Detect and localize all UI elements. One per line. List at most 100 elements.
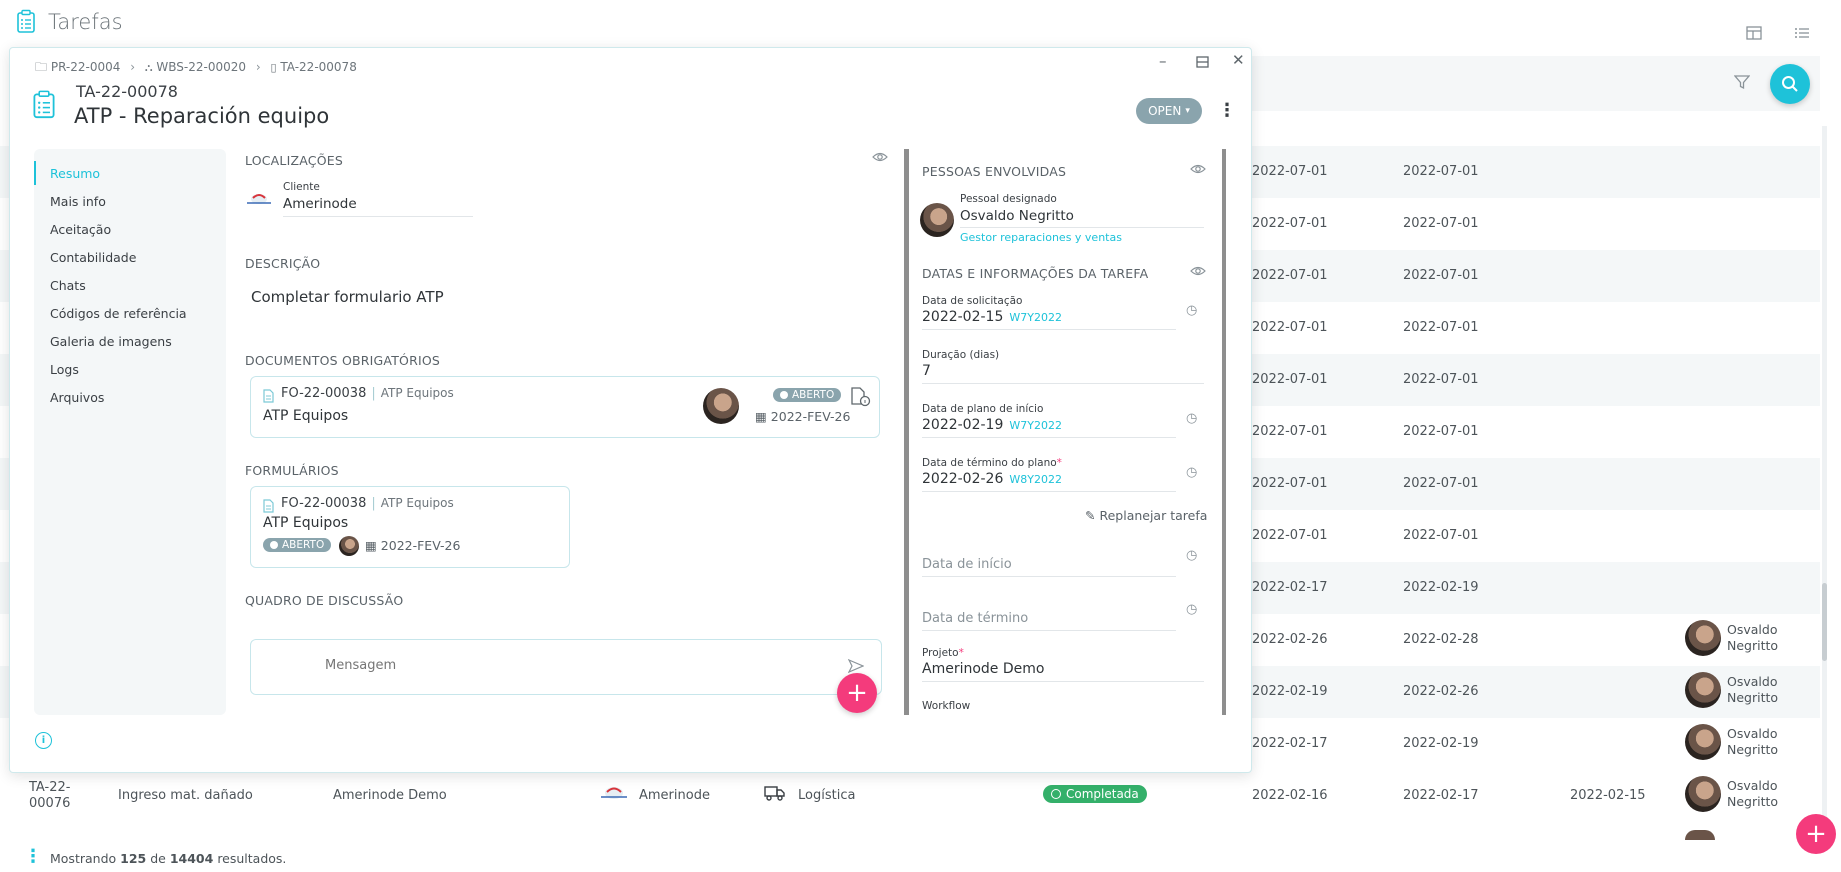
form-code: FO-22-00038 xyxy=(281,496,367,511)
required-document-card[interactable]: FO-22-00038 | ATP Equipos ATP Equipos ABER… xyxy=(250,376,880,438)
request-date-field[interactable]: 2022-02-15 W7Y2022 xyxy=(922,309,1062,325)
start-date-field[interactable]: Data de início xyxy=(922,557,1012,572)
row-end: 2022-07-01 xyxy=(1403,424,1479,439)
replan-task-link[interactable]: ✎ Replanejar tarefa xyxy=(1085,508,1207,523)
row-id: TA-22- xyxy=(29,780,71,795)
list-view-icon[interactable] xyxy=(1794,26,1810,44)
project-field[interactable]: Amerinode Demo xyxy=(922,661,1044,677)
info-icon[interactable]: i xyxy=(35,732,52,749)
more-vertical-icon[interactable]: ⋮ xyxy=(24,846,42,867)
avatar xyxy=(703,388,739,424)
field-underline xyxy=(922,383,1204,384)
row-end: 2022-07-01 xyxy=(1403,216,1479,231)
row-id: 00076 xyxy=(29,796,71,811)
status-badge: ABERTO xyxy=(773,388,842,402)
folder-icon: 🗀 xyxy=(35,60,48,74)
add-item-button[interactable]: + xyxy=(837,673,877,713)
clock-icon[interactable]: ◷ xyxy=(1186,303,1197,318)
status-dropdown[interactable]: OPEN ▾ xyxy=(1136,98,1202,124)
scrollbar-thumb[interactable] xyxy=(1822,583,1827,661)
filter-icon[interactable] xyxy=(1733,74,1751,94)
nav-item-codigos[interactable]: Códigos de referência xyxy=(50,306,187,321)
nav-item-contabilidade[interactable]: Contabilidade xyxy=(50,250,136,265)
add-task-button[interactable]: + xyxy=(1796,814,1836,854)
breadcrumb-item[interactable]: PR-22-0004 xyxy=(51,60,121,74)
more-options-icon[interactable]: ⋮ xyxy=(1218,100,1236,121)
layout-icon[interactable] xyxy=(1746,26,1762,44)
plan-end-field[interactable]: 2022-02-26 W8Y2022 xyxy=(922,471,1062,487)
clipboard-icon xyxy=(32,89,56,123)
breadcrumb-item[interactable]: WBS-22-00020 xyxy=(156,60,246,74)
breadcrumb-item[interactable]: TA-22-00078 xyxy=(280,60,356,74)
nav-item-chats[interactable]: Chats xyxy=(50,278,86,293)
field-underline xyxy=(960,227,1204,228)
search-button[interactable] xyxy=(1770,64,1810,104)
request-date-label: Data de solicitação xyxy=(922,295,1023,307)
clock-icon[interactable]: ◷ xyxy=(1186,411,1197,426)
duration-field[interactable]: 7 xyxy=(922,363,931,379)
row-client: Amerinode xyxy=(639,788,710,803)
nav-item-logs[interactable]: Logs xyxy=(50,362,79,377)
row-category: Logística xyxy=(798,788,856,803)
assigned-label: Pessoal designado xyxy=(960,193,1057,205)
close-icon[interactable]: ✕ xyxy=(1232,51,1245,69)
form-card[interactable]: FO-22-00038 | ATP Equipos ATP Equipos ABER… xyxy=(250,486,570,568)
row-start: 2022-02-17 xyxy=(1252,580,1328,595)
chevron-down-icon: ▾ xyxy=(1185,106,1190,116)
nav-item-arquivos[interactable]: Arquivos xyxy=(50,390,104,405)
nav-item-aceitacao[interactable]: Aceitação xyxy=(50,222,111,237)
scrollbar-track[interactable] xyxy=(1822,126,1827,826)
row-end: 2022-02-28 xyxy=(1403,632,1479,647)
row-end: 2022-07-01 xyxy=(1403,476,1479,491)
maximize-icon[interactable] xyxy=(1196,54,1209,72)
nav-item-resumo[interactable]: Resumo xyxy=(50,166,100,181)
field-underline xyxy=(922,681,1204,682)
row-name: Ingreso mat. dañado xyxy=(118,788,253,803)
row-start: 2022-02-16 xyxy=(1252,788,1328,803)
edit-icon: ✎ xyxy=(1085,508,1096,523)
end-date-field[interactable]: Data de término xyxy=(922,611,1028,626)
field-underline xyxy=(283,216,473,217)
description-text[interactable]: Completar formulario ATP xyxy=(251,288,444,306)
assignee-name: Osvaldo Negritto xyxy=(1727,622,1779,653)
client-value[interactable]: Amerinode xyxy=(283,196,357,212)
minimize-icon[interactable]: – xyxy=(1159,52,1167,70)
client-label: Cliente xyxy=(283,181,320,193)
plus-icon: + xyxy=(846,678,868,708)
nav-item-galeria[interactable]: Galeria de imagens xyxy=(50,334,172,349)
status-badge: ABERTO xyxy=(263,538,332,552)
form-date: 2022-FEV-26 xyxy=(380,538,461,553)
section-heading: QUADRO DE DISCUSSÃO xyxy=(245,593,404,608)
avatar xyxy=(1685,724,1721,760)
panel-scrollbar[interactable] xyxy=(1222,149,1226,715)
assigned-name[interactable]: Osvaldo Negritto xyxy=(960,208,1074,224)
row-start: 2022-07-01 xyxy=(1252,476,1328,491)
row-start: 2022-07-01 xyxy=(1252,216,1328,231)
table-row[interactable]: TA-22- 00076 Ingreso mat. dañado Amerino… xyxy=(0,770,1820,822)
row-end: 2022-07-01 xyxy=(1403,268,1479,283)
document-info-icon[interactable] xyxy=(850,387,872,411)
breadcrumb: 🗀 PR-22-0004 › ⛬ WBS-22-00020 › ▯ TA-22-… xyxy=(35,58,357,79)
assigned-role: Gestor reparaciones y ventas xyxy=(960,231,1122,244)
message-input[interactable] xyxy=(323,657,827,674)
eye-icon[interactable] xyxy=(1190,265,1206,281)
clock-icon[interactable]: ◷ xyxy=(1186,602,1197,617)
clock-icon[interactable]: ◷ xyxy=(1186,548,1197,563)
section-nav: Resumo Mais info Aceitação Contabilidade… xyxy=(34,149,226,715)
wbs-icon: ⛬ xyxy=(144,61,153,74)
truck-icon xyxy=(764,785,786,805)
eye-icon[interactable] xyxy=(1190,163,1206,179)
section-heading: DATAS E INFORMAÇÕES DA TAREFA xyxy=(922,266,1149,281)
row-end: 2022-07-01 xyxy=(1403,164,1479,179)
row-start: 2022-07-01 xyxy=(1252,164,1328,179)
form-type: ATP Equipos xyxy=(380,496,454,510)
clock-icon[interactable]: ◷ xyxy=(1186,465,1197,480)
eye-icon[interactable] xyxy=(872,151,888,167)
nav-item-mais-info[interactable]: Mais info xyxy=(50,194,106,209)
field-underline xyxy=(922,576,1176,577)
search-icon xyxy=(1782,76,1798,92)
page-title: Tarefas xyxy=(48,10,123,34)
plus-icon: + xyxy=(1805,819,1827,849)
plan-start-field[interactable]: 2022-02-19 W7Y2022 xyxy=(922,417,1062,433)
clipboard-icon: ▯ xyxy=(270,61,277,74)
